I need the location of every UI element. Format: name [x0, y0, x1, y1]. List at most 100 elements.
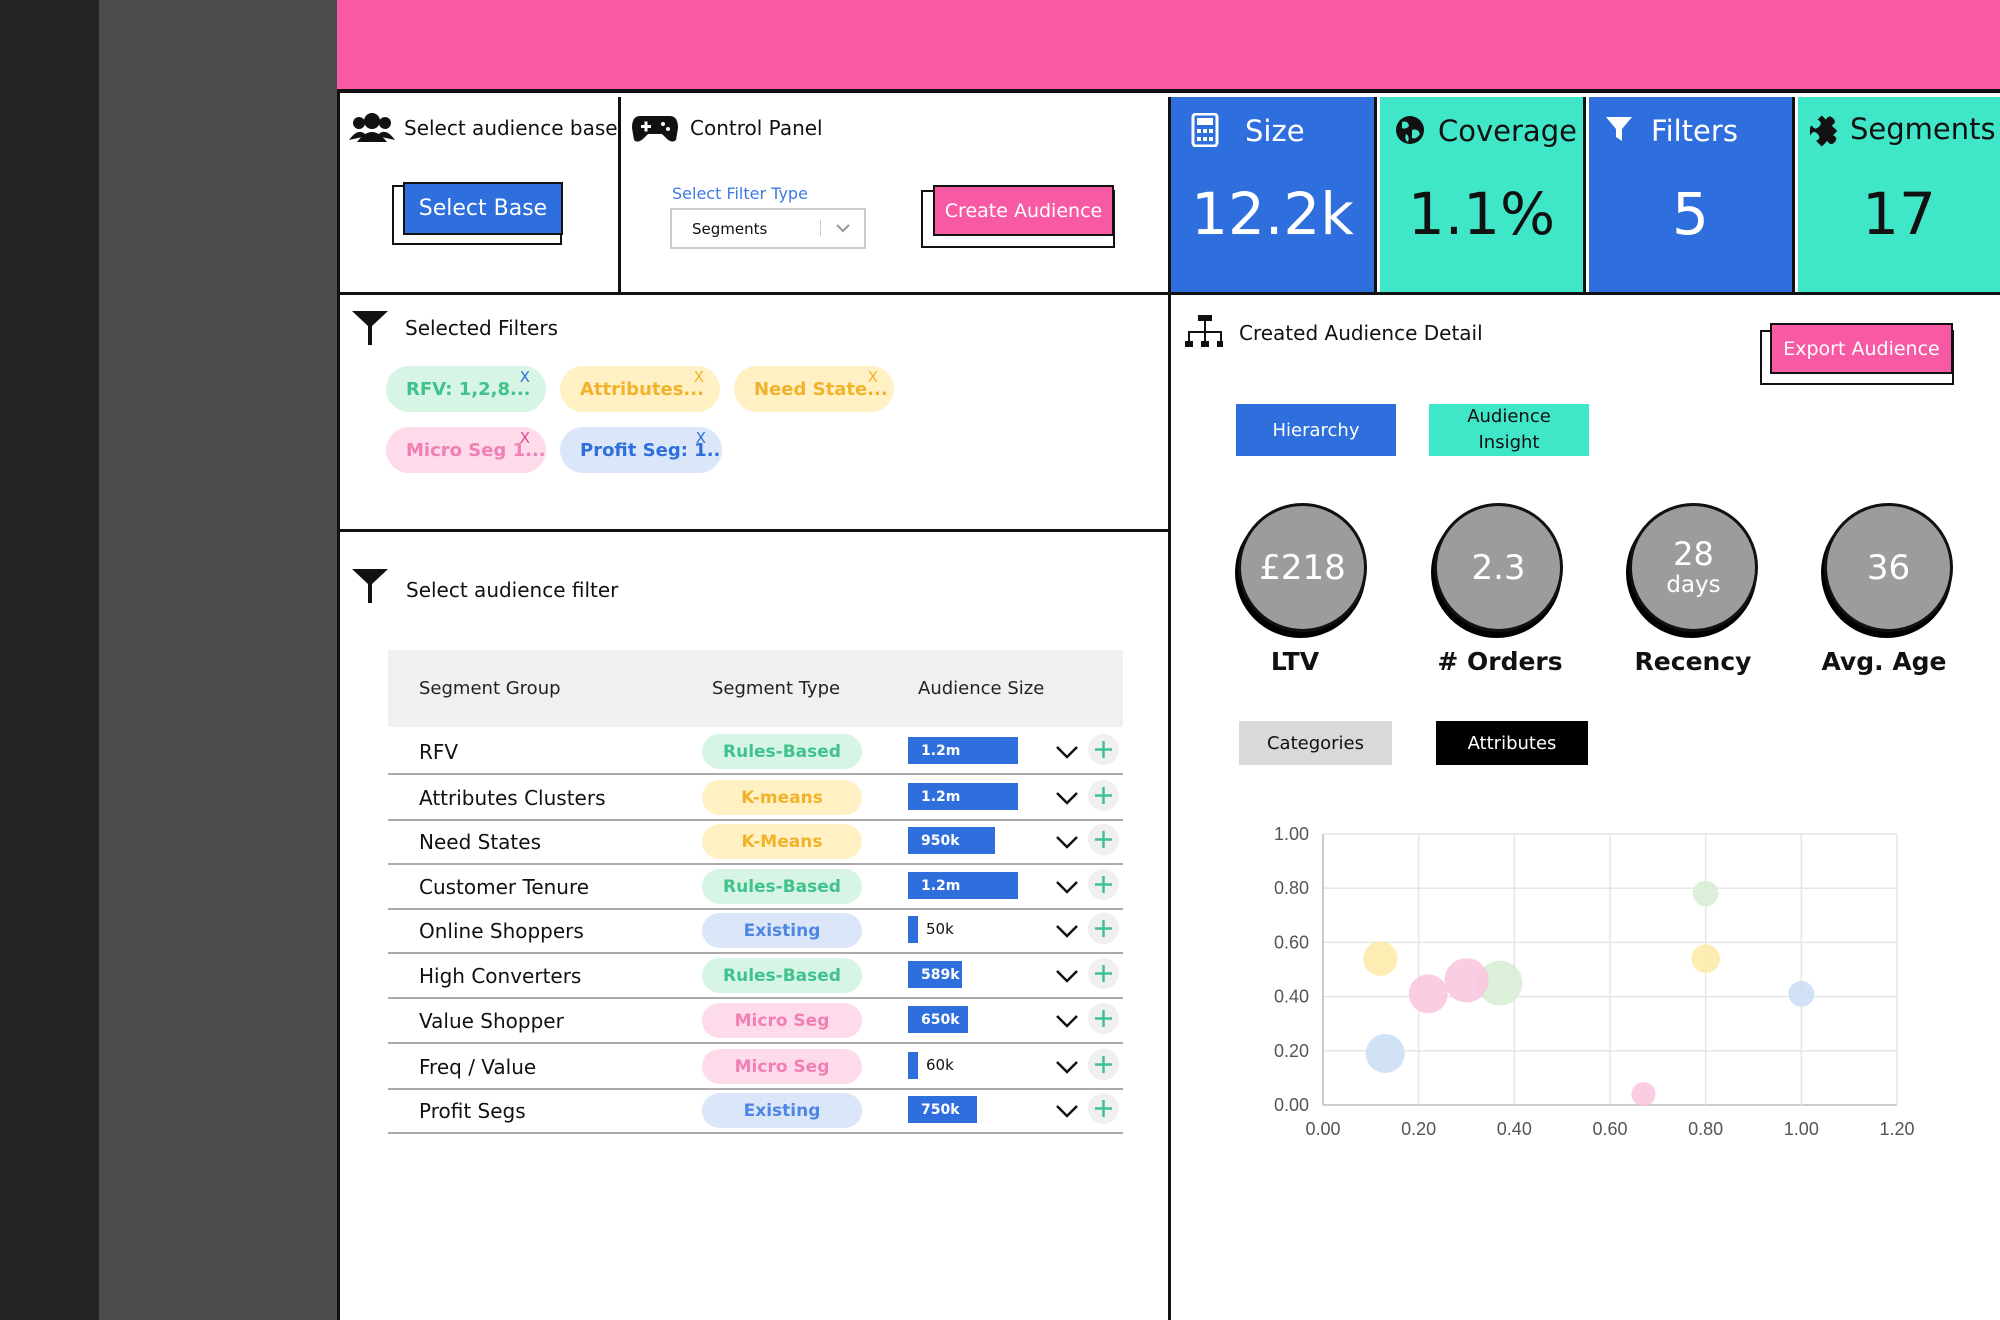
- add-icon[interactable]: [1088, 1049, 1119, 1080]
- bubble-point: [1788, 980, 1815, 1007]
- y-tick-label: 1.00: [1274, 824, 1309, 844]
- remove-chip-icon[interactable]: X: [696, 429, 706, 447]
- bubble-point: [1444, 958, 1489, 1003]
- bubble-point: [1692, 880, 1719, 907]
- add-icon[interactable]: [1088, 869, 1119, 900]
- add-icon[interactable]: [1088, 1003, 1119, 1034]
- remove-chip-icon[interactable]: X: [520, 429, 530, 447]
- metric-circle: 28 days: [1629, 503, 1758, 632]
- chevron-down-icon[interactable]: [1054, 1054, 1080, 1084]
- add-icon[interactable]: [1088, 780, 1119, 811]
- x-tick-label: 0.00: [1305, 1119, 1340, 1139]
- users-icon: [349, 110, 395, 148]
- filter-chip[interactable]: RFV: 1,2,8... X: [386, 366, 546, 412]
- segment-group-name: High Converters: [419, 964, 582, 988]
- kpi-label: Filters: [1651, 114, 1738, 148]
- calculator-icon: [1191, 112, 1219, 151]
- metric-circle: £218: [1238, 503, 1367, 632]
- kpi-label: Size: [1245, 114, 1305, 148]
- header-bar: [337, 0, 2000, 93]
- chevron-down-icon[interactable]: [1054, 963, 1080, 993]
- chevron-down-icon[interactable]: [1054, 739, 1080, 769]
- x-tick-label: 0.20: [1401, 1119, 1436, 1139]
- app-left-rail: [0, 0, 99, 1320]
- table-row[interactable]: Profit Segs Existing 750k: [388, 1090, 1123, 1135]
- kpi-size: Size 12.2k: [1171, 97, 1377, 292]
- filter-chip[interactable]: Need State... X: [734, 366, 894, 412]
- filter-type-label: Select Filter Type: [672, 184, 808, 203]
- add-icon[interactable]: [1088, 958, 1119, 989]
- kpi-coverage: Coverage 1.1%: [1380, 97, 1586, 292]
- table-row[interactable]: RFV Rules-Based 1.2m: [388, 731, 1123, 776]
- divider: [618, 97, 621, 293]
- kpi-value: 5: [1672, 180, 1709, 248]
- metric-value: 36: [1866, 547, 1911, 588]
- hierarchy-icon: [1184, 315, 1224, 357]
- chevron-down-icon[interactable]: [1054, 1098, 1080, 1128]
- funnel-icon: [352, 310, 388, 350]
- table-header: Segment Group Segment Type Audience Size: [388, 650, 1123, 727]
- control-panel-title: Control Panel: [690, 116, 823, 140]
- add-icon[interactable]: [1088, 824, 1119, 855]
- chevron-down-icon[interactable]: [1054, 785, 1080, 815]
- table-row[interactable]: Need States K-Means 950k: [388, 821, 1123, 866]
- table-row[interactable]: Attributes Clusters K-means 1.2m: [388, 777, 1123, 822]
- x-tick-label: 0.40: [1497, 1119, 1532, 1139]
- chevron-down-icon[interactable]: [1054, 918, 1080, 948]
- app-side-panel: [99, 0, 337, 1320]
- filter-chip[interactable]: Profit Seg: 1.. X: [560, 427, 722, 473]
- kpi-label: Coverage: [1438, 114, 1577, 148]
- create-audience-button[interactable]: Create Audience: [933, 185, 1114, 236]
- filter-chip[interactable]: Micro Seg 1... X: [386, 427, 546, 473]
- audience-size-bar: 1.2m: [908, 872, 1018, 899]
- bubble-point: [1363, 941, 1398, 976]
- select-base-button[interactable]: Select Base: [403, 182, 563, 235]
- metric-circle: 2.3: [1434, 503, 1563, 632]
- metric-label: LTV: [1270, 647, 1320, 676]
- filter-type-select[interactable]: Segments: [670, 208, 866, 249]
- segment-type-pill: Micro Seg: [702, 1049, 862, 1084]
- table-row[interactable]: High Converters Rules-Based 589k: [388, 955, 1123, 1000]
- add-icon[interactable]: [1088, 1093, 1119, 1124]
- segment-type-pill: Rules-Based: [702, 869, 862, 904]
- segment-type-pill: Micro Seg: [702, 1003, 862, 1038]
- column-header: Segment Group: [419, 678, 561, 699]
- remove-chip-icon[interactable]: X: [694, 368, 704, 386]
- row-divider: [388, 1132, 1123, 1134]
- tab-hierarchy[interactable]: Hierarchy: [1236, 404, 1396, 456]
- table-row[interactable]: Value Shopper Micro Seg 650k: [388, 1000, 1123, 1045]
- row-divider: [388, 863, 1123, 865]
- kpi-value: 12.2k: [1191, 180, 1354, 248]
- add-icon[interactable]: [1088, 734, 1119, 765]
- chevron-down-icon[interactable]: [1054, 874, 1080, 904]
- y-tick-label: 0.40: [1274, 987, 1309, 1007]
- export-audience-button[interactable]: Export Audience: [1770, 323, 1953, 374]
- row-divider: [388, 952, 1123, 954]
- table-row[interactable]: Online Shoppers Existing 50k: [388, 910, 1123, 955]
- segment-group-name: Attributes Clusters: [419, 786, 606, 810]
- x-tick-label: 1.20: [1879, 1119, 1914, 1139]
- filter-chip[interactable]: Attributes... X: [560, 366, 720, 412]
- metric-value: £218: [1259, 547, 1346, 588]
- audience-size-bar: [908, 1052, 918, 1079]
- tab-attributes[interactable]: Attributes: [1436, 721, 1588, 765]
- segment-type-pill: Rules-Based: [702, 734, 862, 769]
- table-row[interactable]: Freq / Value Micro Seg 60k: [388, 1046, 1123, 1091]
- row-divider: [388, 997, 1123, 999]
- audience-size-bar: 1.2m: [908, 737, 1018, 764]
- add-icon[interactable]: [1088, 913, 1119, 944]
- row-divider: [388, 1042, 1123, 1044]
- tab-categories[interactable]: Categories: [1239, 721, 1392, 765]
- selected-filters-title: Selected Filters: [405, 316, 559, 340]
- table-row[interactable]: Customer Tenure Rules-Based 1.2m: [388, 866, 1123, 911]
- remove-chip-icon[interactable]: X: [868, 368, 878, 386]
- chevron-down-icon[interactable]: [1054, 1008, 1080, 1038]
- segment-group-name: Online Shoppers: [419, 919, 584, 943]
- segment-type-pill: Rules-Based: [702, 958, 862, 993]
- remove-chip-icon[interactable]: X: [520, 368, 530, 386]
- audience-size-bar: 950k: [908, 827, 995, 854]
- metric-label: Recency: [1634, 647, 1752, 676]
- chevron-down-icon[interactable]: [1054, 829, 1080, 859]
- tab-audience-insight[interactable]: Audience Insight: [1429, 404, 1589, 456]
- kpi-segments: Segments 17: [1798, 97, 2000, 292]
